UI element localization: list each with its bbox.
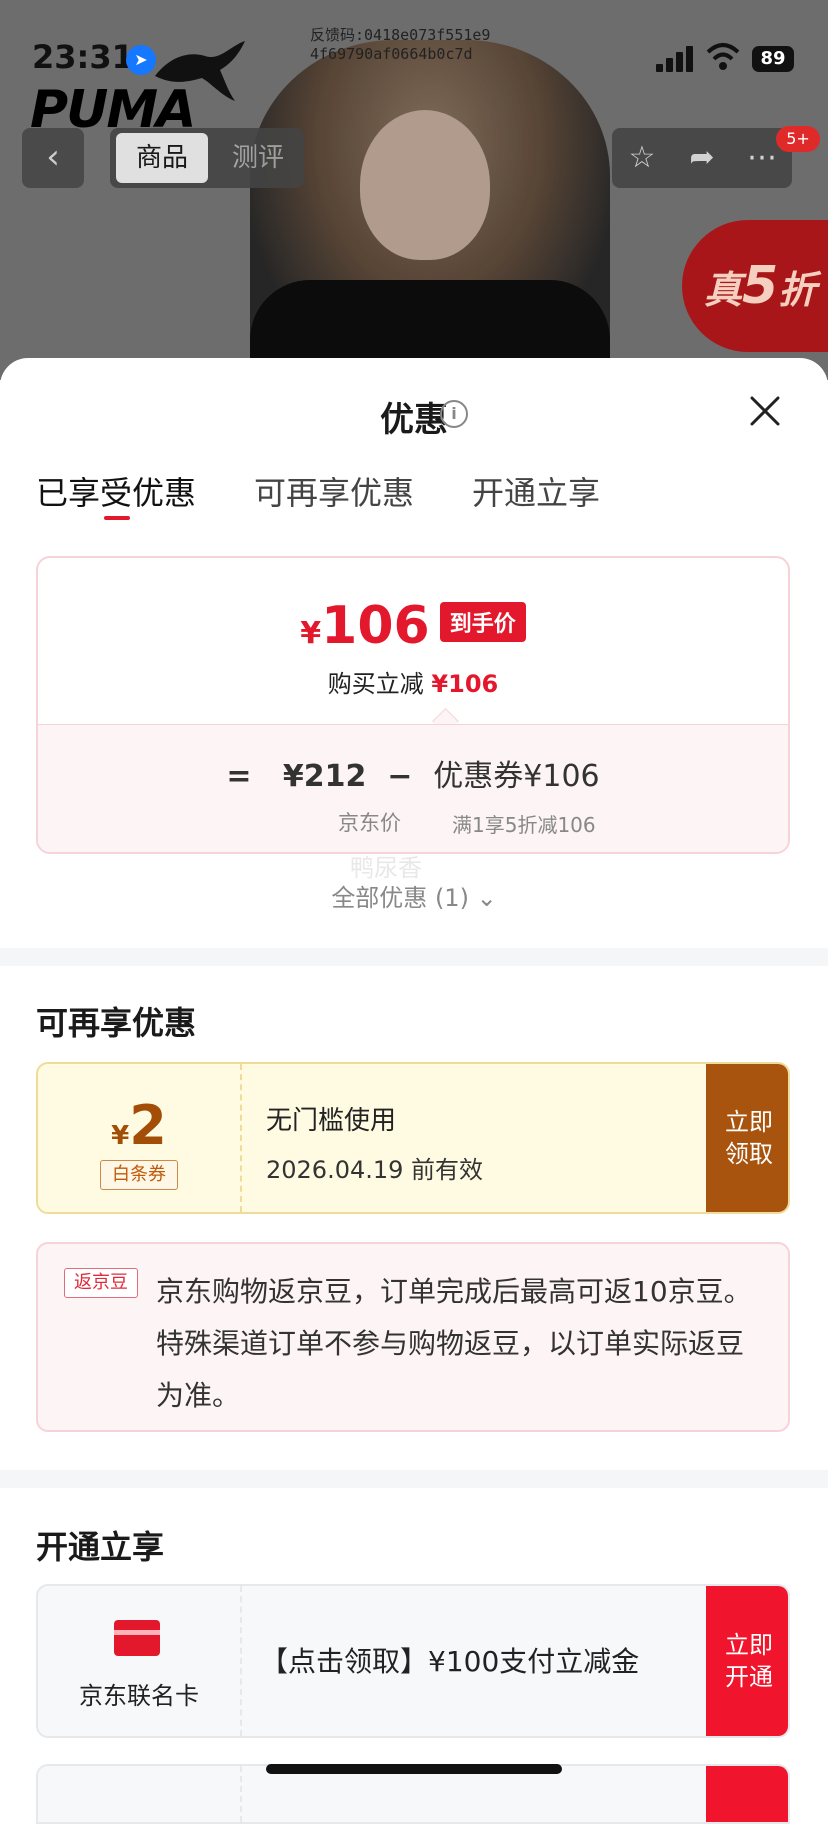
promo-tag[interactable]: 真5折	[682, 220, 828, 352]
product-navbar: ‹ 商品 测评 ☆ ➦ ⋯	[0, 128, 828, 192]
feedback-code: 反馈码:0418e073f551e9 4f69790af0664b0c7d	[310, 26, 491, 63]
tab-join[interactable]: 开通立享	[472, 468, 600, 514]
chevron-left-icon: ‹	[46, 137, 60, 177]
final-price: ¥106 到手价	[38, 596, 788, 656]
product-tab-switch: 商品 测评	[110, 128, 304, 188]
enjoyed-discount-card: ¥106 到手价 购买立减 ¥106 = ¥212 − 优惠券¥106 京东价 满…	[36, 556, 790, 854]
chevron-down-icon: ⌄	[476, 884, 497, 912]
wifi-icon	[706, 43, 740, 70]
coupon-condition: 无门槛使用	[266, 1106, 397, 1136]
card-name: 京东联名卡	[79, 1682, 199, 1710]
tab-product[interactable]: 商品	[116, 133, 208, 183]
join-title: 开通立享	[36, 1528, 165, 1566]
more-discounts-title: 可再享优惠	[36, 1004, 197, 1042]
coupon-type-badge: 白条券	[100, 1160, 178, 1190]
coupon-value: ¥2	[111, 1094, 167, 1157]
baitiao-coupon: ¥2 白条券 无门槛使用 2026.04.19 前有效 立即领取	[36, 1062, 790, 1214]
bean-tag: 返京豆	[64, 1268, 138, 1298]
puma-cat-icon	[155, 41, 245, 101]
credit-card-icon	[114, 1620, 160, 1656]
bean-description: 京东购物返京豆，订单完成后最高可返10京豆。特殊渠道订单不参与购物返豆，以订单实…	[156, 1275, 752, 1412]
section-divider	[0, 1470, 828, 1488]
section-divider	[0, 948, 828, 966]
share-icon[interactable]: ➦	[672, 128, 732, 188]
close-icon[interactable]	[748, 394, 782, 428]
action-group: ☆ ➦ ⋯	[612, 128, 792, 188]
co-branded-card-offer: 京东联名卡 【点击领取】¥100支付立减金 立即开通	[36, 1584, 790, 1738]
star-icon[interactable]: ☆	[612, 128, 672, 188]
sheet-title: 优惠	[380, 400, 448, 440]
status-bar: 23:31 ➤ PUMA 反馈码:0418e073f551e9 4f69790a…	[0, 0, 828, 140]
purchase-reduction: 购买立减 ¥106	[327, 670, 499, 698]
signal-icon	[656, 46, 693, 72]
jd-price: ¥212	[282, 759, 367, 794]
tab-underline	[104, 516, 130, 520]
jd-bean-rebate: 返京豆 京东购物返京豆，订单完成后最高可返10京豆。特殊渠道订单不参与购物返豆，…	[36, 1242, 790, 1432]
discount-tabs: 已享受优惠 可再享优惠 开通立享	[0, 468, 828, 528]
final-price-tag: 到手价	[439, 602, 526, 642]
coupon-rule: 满1享5折减106	[452, 813, 596, 837]
product-background: 23:31 ➤ PUMA 反馈码:0418e073f551e9 4f69790a…	[0, 0, 828, 380]
info-icon[interactable]: i	[440, 400, 468, 428]
coupon-validity: 2026.04.19 前有效	[266, 1156, 484, 1184]
price-breakdown: = ¥212 − 优惠券¥106 京东价 满1享5折减106	[38, 724, 788, 852]
jd-price-label: 京东价	[338, 811, 401, 835]
all-discounts-toggle[interactable]: 全部优惠 (1) ⌄	[0, 878, 828, 913]
claim-coupon-button[interactable]: 立即领取	[706, 1064, 788, 1212]
back-button[interactable]: ‹	[22, 128, 84, 188]
home-indicator	[266, 1764, 562, 1774]
offer-description: 【点击领取】¥100支付立减金	[260, 1645, 640, 1678]
tab-more[interactable]: 可再享优惠	[254, 468, 414, 514]
status-time: 23:31	[32, 38, 134, 76]
coupon-amount: 优惠券¥106	[433, 759, 600, 794]
tab-review[interactable]: 测评	[216, 133, 300, 183]
notification-badge: 5+	[776, 126, 820, 152]
tab-enjoyed[interactable]: 已享受优惠	[36, 468, 196, 514]
open-card-button[interactable]: 立即开通	[706, 1586, 788, 1736]
battery-icon: 89	[752, 46, 794, 72]
